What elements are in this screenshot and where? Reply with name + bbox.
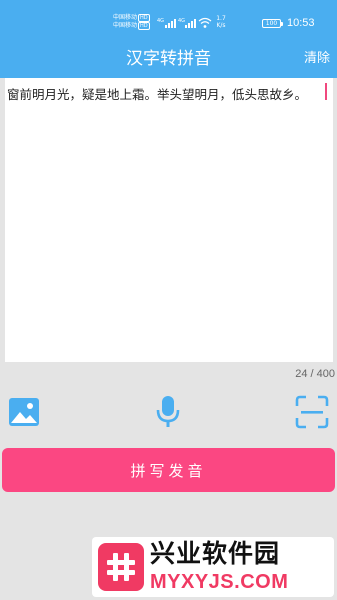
net-speed: 1.7 K/s — [216, 15, 226, 29]
microphone-icon — [156, 396, 180, 427]
char-counter: 24 / 400 — [295, 368, 335, 380]
battery-icon: 100 — [262, 19, 283, 28]
carrier-info: 中国移动 HD 中国移动 HD — [113, 14, 150, 30]
status-time: 10:53 — [287, 17, 315, 29]
svg-text:4G: 4G — [178, 18, 185, 24]
clear-button[interactable]: 清除 — [304, 50, 330, 68]
scan-button[interactable] — [293, 395, 331, 429]
carrier-2-label: 中国移动 — [113, 22, 138, 29]
page-title: 汉字转拼音 — [126, 49, 211, 69]
watermark-name: 兴业软件园 — [150, 539, 281, 568]
watermark-domain: MYXYJS.COM — [150, 571, 289, 593]
hd-badge: HD — [138, 22, 150, 30]
app-header: 汉字转拼音 清除 — [0, 40, 337, 78]
svg-text:4G: 4G — [157, 18, 164, 24]
image-icon — [9, 398, 39, 426]
input-text: 窗前明月光，疑是地上霜。举头望明月，低头思故乡。 — [7, 87, 308, 102]
image-button[interactable] — [7, 395, 41, 429]
scan-icon — [295, 395, 329, 429]
text-input[interactable]: 窗前明月光，疑是地上霜。举头望明月，低头思故乡。 — [5, 78, 333, 362]
hd-badge: HD — [138, 14, 150, 22]
hash-icon — [107, 553, 135, 581]
spell-pronounce-button[interactable]: 拼写发音 — [2, 448, 335, 492]
voice-input-button[interactable] — [150, 395, 186, 429]
watermark-logo — [98, 543, 144, 591]
watermark: 兴业软件园 MYXYJS.COM — [92, 537, 334, 597]
status-bar: 中国移动 HD 中国移动 HD 4G 4G 1.7 K/s 100 10:53 — [0, 0, 337, 40]
text-caret — [325, 83, 327, 100]
carrier-1-label: 中国移动 — [113, 14, 138, 21]
